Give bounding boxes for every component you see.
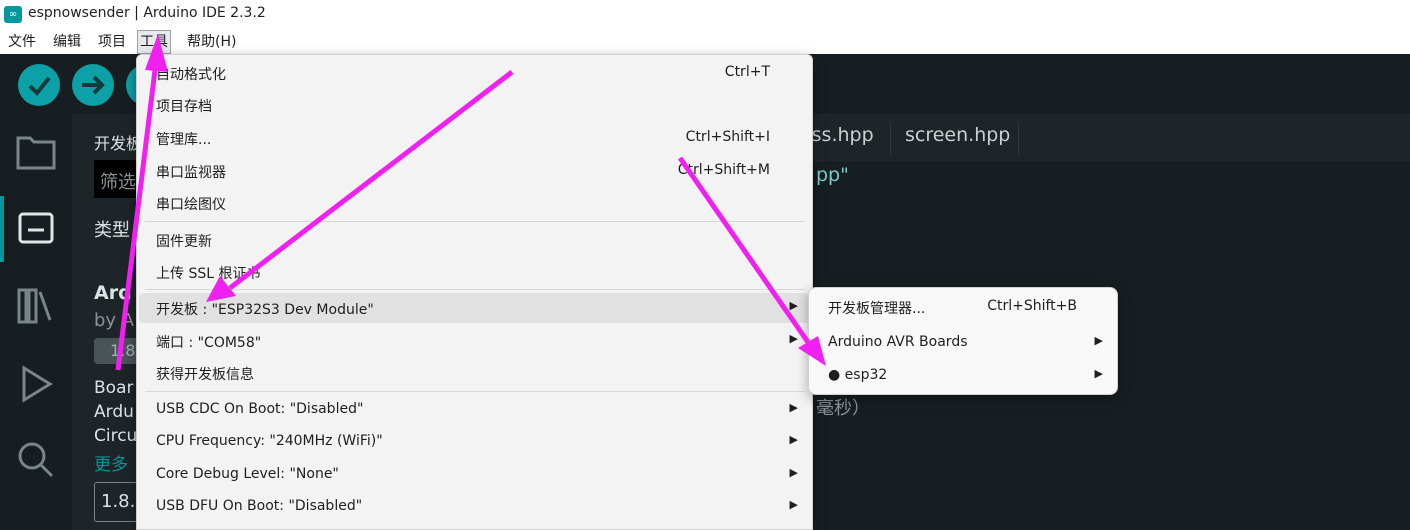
menu-item-manage-libraries[interactable]: 管理库... Ctrl+Shift+I <box>139 123 810 153</box>
menu-item-board[interactable]: 开发板 : "ESP32S3 Dev Module" ▶ <box>139 293 810 323</box>
menu-item-firmware-update[interactable]: 固件更新 <box>139 225 810 255</box>
chevron-right-icon: ▶ <box>789 498 798 511</box>
board-desc-line3: Circu <box>94 426 138 446</box>
menu-bar: 文件 编辑 项目 工具 帮助(H) <box>0 30 1410 54</box>
panel-title: 开发板 <box>94 134 143 153</box>
menu-item-board-info[interactable]: 获得开发板信息 <box>139 358 810 388</box>
board-submenu: 开发板管理器... Ctrl+Shift+B Arduino AVR Boards… <box>808 287 1118 395</box>
menu-separator <box>145 221 805 222</box>
chevron-right-icon: ▶ <box>789 433 798 446</box>
menu-item-cpu-frequency[interactable]: CPU Frequency: "240MHz (WiFi)" ▶ <box>139 427 810 457</box>
code-line-fragment: pp" <box>816 164 849 186</box>
chevron-right-icon: ▶ <box>1094 367 1103 380</box>
menu-tools[interactable]: 工具 <box>137 30 171 54</box>
search-icon[interactable] <box>14 438 58 482</box>
upload-button[interactable] <box>72 64 114 106</box>
chevron-right-icon: ▶ <box>789 401 798 414</box>
menu-item-port[interactable]: 端口 : "COM58" ▶ <box>139 326 810 356</box>
board-desc-line2: Ardu <box>94 402 134 422</box>
chevron-right-icon: ▶ <box>789 466 798 479</box>
menu-item-core-debug[interactable]: Core Debug Level: "None" ▶ <box>139 460 810 490</box>
menu-sketch[interactable]: 项目 <box>96 30 128 54</box>
tab-screen-hpp[interactable]: screen.hpp <box>905 124 1010 146</box>
board-item-title: Ard <box>94 282 132 304</box>
arrow-right-icon <box>82 75 105 95</box>
more-info-link[interactable]: 更多 <box>94 450 128 475</box>
arduino-infinity-icon: ∞ <box>4 6 22 23</box>
type-label: 类型 <box>94 220 130 241</box>
chevron-right-icon: ▶ <box>1094 334 1103 347</box>
chevron-right-icon: ▶ <box>789 299 798 312</box>
chevron-right-icon: ▶ <box>789 332 798 345</box>
filter-placeholder: 筛选 <box>100 172 136 193</box>
menu-edit[interactable]: 编辑 <box>51 30 83 54</box>
submenu-item-avr-boards[interactable]: Arduino AVR Boards ▶ <box>811 328 1115 358</box>
menu-item-usb-dfu[interactable]: USB DFU On Boot: "Disabled" ▶ <box>139 492 810 522</box>
sidebar-selection-indicator <box>0 196 4 262</box>
comment-fragment: 毫秒） <box>816 398 870 419</box>
menu-item-serial-plotter[interactable]: 串口绘图仪 <box>139 188 810 218</box>
verify-button[interactable] <box>18 64 60 106</box>
menu-file[interactable]: 文件 <box>6 30 38 54</box>
menu-item-auto-format[interactable]: 自动格式化 Ctrl+T <box>139 58 810 88</box>
folder-icon[interactable] <box>14 130 58 174</box>
menu-item-archive-sketch[interactable]: 项目存档 <box>139 90 810 120</box>
menu-item-usb-cdc[interactable]: USB CDC On Boot: "Disabled" ▶ <box>139 395 810 425</box>
library-icon[interactable] <box>14 284 58 328</box>
submenu-item-board-manager[interactable]: 开发板管理器... Ctrl+Shift+B <box>811 292 1115 322</box>
check-icon <box>28 76 51 96</box>
board-manager-icon[interactable] <box>14 206 58 250</box>
title-bar: ∞ espnowsender | Arduino IDE 2.3.2 <box>0 0 1410 30</box>
debug-icon[interactable] <box>14 362 58 406</box>
submenu-item-esp32[interactable]: ● esp32 ▶ <box>811 361 1115 391</box>
board-desc-line1: Boar <box>94 378 134 398</box>
activity-sidebar <box>0 114 72 530</box>
menu-separator <box>145 289 805 290</box>
menu-separator <box>145 391 805 392</box>
board-item-author: by A <box>94 310 135 331</box>
menu-item-serial-monitor[interactable]: 串口监视器 Ctrl+Shift+M <box>139 156 810 186</box>
tools-menu: 自动格式化 Ctrl+T 项目存档 管理库... Ctrl+Shift+I 串口监视… <box>136 54 813 530</box>
menu-help[interactable]: 帮助(H) <box>185 30 238 54</box>
window-title: espnowsender | Arduino IDE 2.3.2 <box>28 5 266 21</box>
menu-item-upload-ssl[interactable]: 上传 SSL 根证书 <box>139 257 810 287</box>
